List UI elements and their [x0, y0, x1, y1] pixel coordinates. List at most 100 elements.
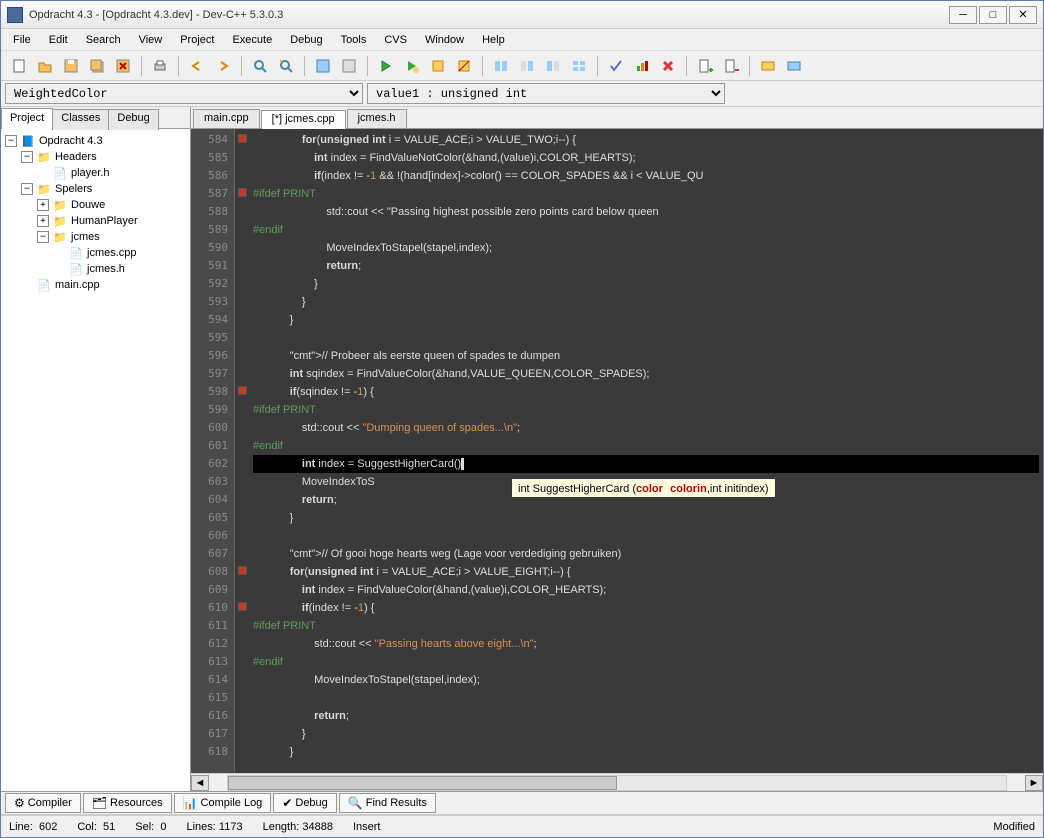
- statusbar: Line: 602 Col: 51 Sel: 0 Lines: 1173 Len…: [1, 815, 1043, 837]
- save-icon[interactable]: [59, 54, 83, 78]
- status-lines: Lines: 1173: [187, 821, 243, 833]
- project-icon: 📘: [20, 134, 36, 148]
- tree-jcmes[interactable]: −📁jcmes: [5, 229, 186, 245]
- bottom-tab-find[interactable]: 🔍Find Results: [339, 793, 436, 813]
- minimize-button[interactable]: ─: [949, 6, 977, 24]
- find-icon[interactable]: [248, 54, 272, 78]
- check-syntax-icon[interactable]: [604, 54, 628, 78]
- tab-classes[interactable]: Classes: [52, 109, 109, 130]
- menu-project[interactable]: Project: [172, 31, 222, 49]
- save-all-icon[interactable]: [85, 54, 109, 78]
- tree-jcmes-cpp[interactable]: 📄jcmes.cpp: [5, 245, 186, 261]
- goto-bookmark-icon[interactable]: [515, 54, 539, 78]
- file-icon: 📄: [36, 278, 52, 292]
- left-panel: Project Classes Debug −📘Opdracht 4.3 −📁H…: [1, 107, 191, 791]
- status-length: Length: 34888: [263, 821, 333, 833]
- parameter-tooltip: int SuggestHigherCard (color colorin,int…: [511, 478, 776, 498]
- profile-icon[interactable]: [452, 54, 476, 78]
- fold-column[interactable]: [235, 129, 249, 773]
- bottom-tab-compiler[interactable]: ⚙Compiler: [5, 793, 81, 813]
- bottom-tab-resources[interactable]: 🗂Resources: [83, 793, 172, 813]
- compile-icon[interactable]: [311, 54, 335, 78]
- toggle-bookmark-icon[interactable]: [489, 54, 513, 78]
- folder-icon: 📁: [52, 214, 68, 228]
- find-results-icon: 🔍: [348, 796, 363, 810]
- resources-icon: 🗂: [92, 796, 107, 810]
- clear-icon[interactable]: [656, 54, 680, 78]
- horizontal-scrollbar[interactable]: ◄ ►: [191, 773, 1043, 791]
- status-modified: Modified: [993, 821, 1035, 833]
- tree-main-cpp[interactable]: 📄main.cpp: [5, 277, 186, 293]
- menu-file[interactable]: File: [5, 31, 39, 49]
- window-list-icon[interactable]: [567, 54, 591, 78]
- options-icon[interactable]: [756, 54, 780, 78]
- folder-icon: 📁: [36, 150, 52, 164]
- menu-execute[interactable]: Execute: [224, 31, 280, 49]
- bottom-tab-compile-log[interactable]: 📊Compile Log: [174, 793, 272, 813]
- redo-icon[interactable]: [211, 54, 235, 78]
- open-icon[interactable]: [33, 54, 57, 78]
- menu-debug[interactable]: Debug: [282, 31, 330, 49]
- editor-panel: main.cpp [*] jcmes.cpp jcmes.h 584 585 5…: [191, 107, 1043, 791]
- file-icon: 📄: [68, 246, 84, 260]
- tree-spelers[interactable]: −📁Spelers: [5, 181, 186, 197]
- status-line: Line: 602: [9, 821, 57, 833]
- bottom-tab-debug[interactable]: ✔Debug: [273, 793, 336, 813]
- class-combo[interactable]: WeightedColor: [5, 83, 363, 104]
- menu-window[interactable]: Window: [417, 31, 472, 49]
- scroll-thumb[interactable]: [228, 776, 617, 790]
- tree-douwe[interactable]: +📁Douwe: [5, 197, 186, 213]
- menu-edit[interactable]: Edit: [41, 31, 76, 49]
- tree-jcmes-h[interactable]: 📄jcmes.h: [5, 261, 186, 277]
- log-icon: 📊: [183, 796, 198, 810]
- rebuild-icon[interactable]: [400, 54, 424, 78]
- toolbar: [1, 51, 1043, 81]
- editor-tab-main[interactable]: main.cpp: [193, 109, 260, 128]
- debug-icon: ✔: [282, 796, 292, 810]
- replace-icon[interactable]: [274, 54, 298, 78]
- close-file-icon[interactable]: [111, 54, 135, 78]
- symbol-combo-row: WeightedColor value1 : unsigned int: [1, 81, 1043, 107]
- editor-tab-jcmes-h[interactable]: jcmes.h: [347, 109, 407, 128]
- remove-file-icon[interactable]: [719, 54, 743, 78]
- debug-run-icon[interactable]: [426, 54, 450, 78]
- close-button[interactable]: ✕: [1009, 6, 1037, 24]
- tree-humanplayer[interactable]: +📁HumanPlayer: [5, 213, 186, 229]
- menu-help[interactable]: Help: [474, 31, 513, 49]
- scroll-right-icon[interactable]: ►: [1025, 775, 1043, 791]
- app-icon: [7, 7, 23, 23]
- status-mode: Insert: [353, 821, 381, 833]
- tree-headers[interactable]: −📁Headers: [5, 149, 186, 165]
- scroll-left-icon[interactable]: ◄: [191, 775, 209, 791]
- menu-view[interactable]: View: [131, 31, 171, 49]
- tab-project[interactable]: Project: [1, 108, 53, 129]
- tree-player-h[interactable]: 📄player.h: [5, 165, 186, 181]
- help-icon[interactable]: [782, 54, 806, 78]
- titlebar: Opdracht 4.3 - [Opdracht 4.3.dev] - Dev-…: [1, 1, 1043, 29]
- code-content[interactable]: for(unsigned int i = VALUE_ACE;i > VALUE…: [249, 129, 1043, 773]
- menu-search[interactable]: Search: [78, 31, 129, 49]
- editor-tab-jcmes-cpp[interactable]: [*] jcmes.cpp: [261, 110, 346, 129]
- line-gutter: 584 585 586 587 588 589 590 591 592 593 …: [191, 129, 235, 773]
- clear-bookmarks-icon[interactable]: [541, 54, 565, 78]
- member-combo[interactable]: value1 : unsigned int: [367, 83, 725, 104]
- add-file-icon[interactable]: [693, 54, 717, 78]
- menu-tools[interactable]: Tools: [333, 31, 375, 49]
- run-icon[interactable]: [337, 54, 361, 78]
- menu-cvs[interactable]: CVS: [376, 31, 415, 49]
- status-col: Col: 51: [77, 821, 115, 833]
- tree-root[interactable]: −📘Opdracht 4.3: [5, 133, 186, 149]
- folder-icon: 📁: [52, 230, 68, 244]
- bottom-tabs: ⚙Compiler 🗂Resources 📊Compile Log ✔Debug…: [1, 791, 1043, 815]
- print-icon[interactable]: [148, 54, 172, 78]
- code-editor[interactable]: 584 585 586 587 588 589 590 591 592 593 …: [191, 129, 1043, 773]
- project-tree[interactable]: −📘Opdracht 4.3 −📁Headers 📄player.h −📁Spe…: [1, 129, 190, 791]
- tab-debug[interactable]: Debug: [108, 109, 158, 130]
- maximize-button[interactable]: □: [979, 6, 1007, 24]
- analysis-icon[interactable]: [630, 54, 654, 78]
- undo-icon[interactable]: [185, 54, 209, 78]
- compiler-icon: ⚙: [14, 796, 25, 810]
- new-file-icon[interactable]: [7, 54, 31, 78]
- folder-icon: 📁: [36, 182, 52, 196]
- compile-run-icon[interactable]: [374, 54, 398, 78]
